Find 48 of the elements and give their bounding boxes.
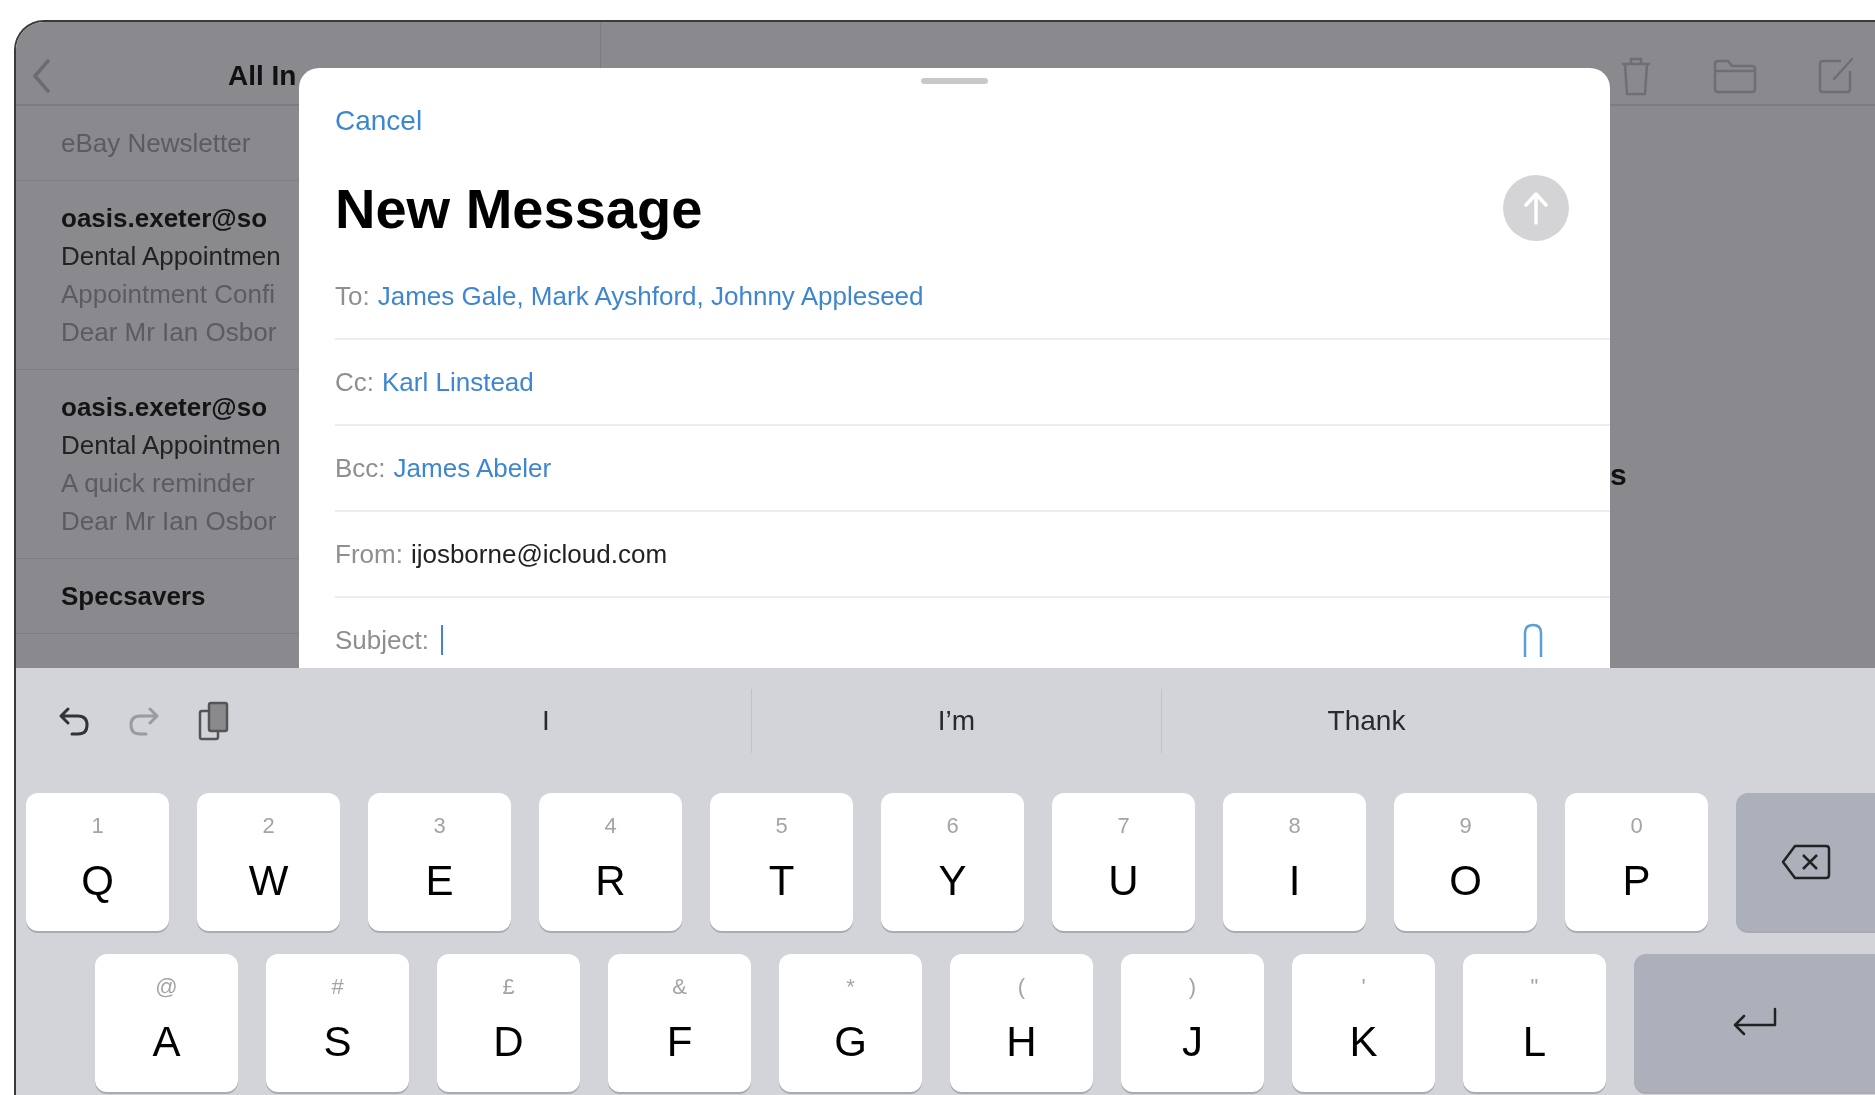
compose-title: New Message: [335, 175, 703, 241]
letter-key[interactable]: 8 I: [1223, 793, 1366, 931]
letter-key[interactable]: £ D: [437, 954, 580, 1092]
grabber-handle[interactable]: [921, 78, 988, 84]
sender-name: Specsavers: [61, 580, 206, 613]
letter-key[interactable]: 0 P: [1565, 793, 1708, 931]
letter-key[interactable]: 4 R: [539, 793, 682, 931]
undo-icon[interactable]: [58, 706, 90, 736]
mailbox-title: All In: [228, 60, 297, 92]
delete-icon: [1780, 844, 1831, 880]
suggestion-button[interactable]: I’m: [751, 689, 1161, 753]
folder-icon[interactable]: [1713, 58, 1757, 94]
letter-key[interactable]: @ A: [95, 954, 238, 1092]
return-key[interactable]: [1634, 954, 1875, 1092]
message-subject: Dental Appointmen: [61, 429, 281, 462]
letter-key[interactable]: " L: [1463, 954, 1606, 1092]
up-arrow-icon: [1524, 191, 1548, 225]
suggestion-button[interactable]: I: [341, 689, 751, 753]
recipient-field[interactable]: Bcc: James Abeler: [335, 426, 1610, 512]
back-chevron-icon[interactable]: [32, 59, 50, 93]
message-heading: s: [1610, 458, 1627, 492]
sender-name: oasis.exeter@so: [61, 202, 268, 235]
letter-key[interactable]: 9 O: [1394, 793, 1537, 931]
letter-key[interactable]: 5 T: [710, 793, 853, 931]
letter-key[interactable]: * G: [779, 954, 922, 1092]
suggestion-button[interactable]: Thank: [1161, 689, 1571, 753]
delete-key[interactable]: [1736, 793, 1875, 931]
letter-key[interactable]: & F: [608, 954, 751, 1092]
letter-key[interactable]: 7 U: [1052, 793, 1195, 931]
sender-name: oasis.exeter@so: [61, 391, 268, 424]
cancel-button[interactable]: Cancel: [335, 104, 423, 138]
letter-key[interactable]: ' K: [1292, 954, 1435, 1092]
compose-icon[interactable]: [1817, 57, 1855, 95]
clipboard-icon[interactable]: [198, 701, 230, 741]
paperclip-icon[interactable]: [1521, 623, 1545, 657]
message-subject: Dental Appointmen: [61, 240, 281, 273]
letter-key[interactable]: # S: [266, 954, 409, 1092]
recipient-field[interactable]: To: James Gale, Mark Ayshford, Johnny Appleseed: [335, 254, 1610, 340]
letter-key[interactable]: ) J: [1121, 954, 1264, 1092]
letter-key[interactable]: 2 W: [197, 793, 340, 931]
trash-icon[interactable]: [1619, 56, 1653, 96]
letter-key[interactable]: ( H: [950, 954, 1093, 1092]
letter-key[interactable]: 1 Q: [26, 793, 169, 931]
letter-key[interactable]: 3 E: [368, 793, 511, 931]
recipient-field[interactable]: Cc: Karl Linstead: [335, 340, 1610, 426]
sender-field[interactable]: From: ijosborne@icloud.com: [335, 512, 1610, 598]
letter-key[interactable]: 6 Y: [881, 793, 1024, 931]
text-caret: [440, 625, 443, 655]
